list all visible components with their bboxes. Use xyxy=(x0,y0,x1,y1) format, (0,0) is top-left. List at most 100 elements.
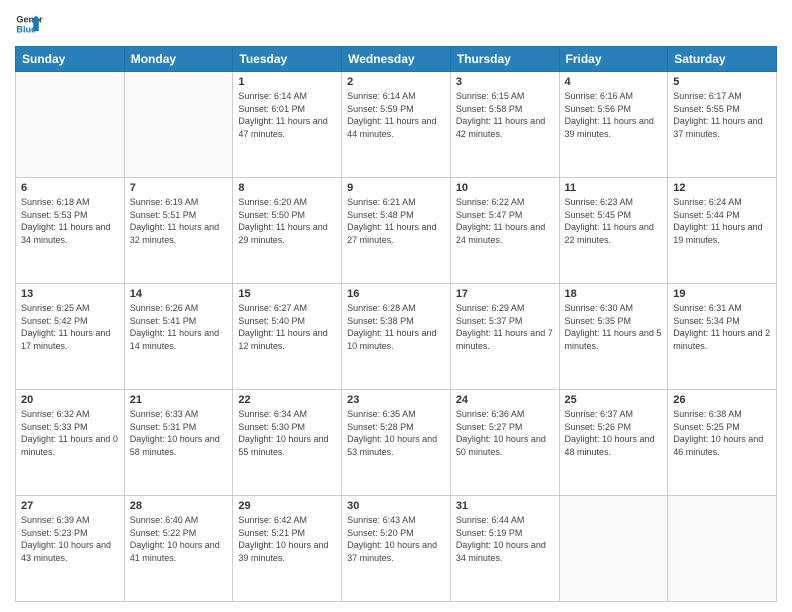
weekday-header-friday: Friday xyxy=(559,47,668,72)
day-number: 23 xyxy=(347,394,445,406)
weekday-header-wednesday: Wednesday xyxy=(342,47,451,72)
cell-details: Sunrise: 6:44 AMSunset: 5:19 PMDaylight:… xyxy=(456,514,554,564)
calendar-cell: 22 Sunrise: 6:34 AMSunset: 5:30 PMDayligh… xyxy=(233,390,342,496)
weekday-header-sunday: Sunday xyxy=(16,47,125,72)
calendar-week-2: 6Sunrise: 6:18 AMSunset: 5:53 PMDaylight… xyxy=(16,178,777,284)
calendar-cell: 6Sunrise: 6:18 AMSunset: 5:53 PMDaylight… xyxy=(16,178,125,284)
cell-details: Sunrise: 6:23 AMSunset: 5:45 PMDaylight:… xyxy=(565,196,663,246)
calendar-week-3: 13 Sunrise: 6:25 AMSunset: 5:42 PMDayligh… xyxy=(16,284,777,390)
day-number: 19 xyxy=(673,288,771,300)
header: General Blue xyxy=(15,10,777,38)
day-number: 4 xyxy=(565,76,663,88)
cell-details: Sunrise: 6:37 AMSunset: 5:26 PMDaylight:… xyxy=(565,408,663,458)
cell-details: Sunrise: 6:14 AMSunset: 6:01 PMDaylight:… xyxy=(238,90,336,140)
day-number: 24 xyxy=(456,394,554,406)
weekday-header-tuesday: Tuesday xyxy=(233,47,342,72)
cell-details: Sunrise: 6:20 AMSunset: 5:50 PMDaylight:… xyxy=(238,196,336,246)
logo: General Blue xyxy=(15,10,43,38)
day-number: 2 xyxy=(347,76,445,88)
cell-details: Sunrise: 6:14 AMSunset: 5:59 PMDaylight:… xyxy=(347,90,445,140)
weekday-header-thursday: Thursday xyxy=(450,47,559,72)
calendar-cell: 8 Sunrise: 6:20 AMSunset: 5:50 PMDaylight… xyxy=(233,178,342,284)
cell-details: Sunrise: 6:42 AMSunset: 5:21 PMDaylight:… xyxy=(238,514,336,564)
weekday-header-monday: Monday xyxy=(124,47,233,72)
cell-details: Sunrise: 6:16 AMSunset: 5:56 PMDaylight:… xyxy=(565,90,663,140)
calendar-table: SundayMondayTuesdayWednesdayThursdayFrid… xyxy=(15,46,777,602)
calendar-cell: 17 Sunrise: 6:29 AMSunset: 5:37 PMDayligh… xyxy=(450,284,559,390)
day-number: 25 xyxy=(565,394,663,406)
day-number: 22 xyxy=(238,394,336,406)
calendar-cell: 18 Sunrise: 6:30 AMSunset: 5:35 PMDayligh… xyxy=(559,284,668,390)
calendar-cell: 5 Sunrise: 6:17 AMSunset: 5:55 PMDaylight… xyxy=(668,72,777,178)
calendar-cell: 12 Sunrise: 6:24 AMSunset: 5:44 PMDayligh… xyxy=(668,178,777,284)
day-number: 16 xyxy=(347,288,445,300)
day-number: 10 xyxy=(456,182,554,194)
day-number: 14 xyxy=(130,288,228,300)
day-number: 17 xyxy=(456,288,554,300)
calendar-cell xyxy=(668,496,777,602)
calendar-cell: 15 Sunrise: 6:27 AMSunset: 5:40 PMDayligh… xyxy=(233,284,342,390)
calendar-cell xyxy=(124,72,233,178)
day-number: 20 xyxy=(21,394,119,406)
calendar-cell: 13 Sunrise: 6:25 AMSunset: 5:42 PMDayligh… xyxy=(16,284,125,390)
day-number: 7 xyxy=(130,182,228,194)
calendar-cell: 20 Sunrise: 6:32 AMSunset: 5:33 PMDayligh… xyxy=(16,390,125,496)
cell-details: Sunrise: 6:26 AMSunset: 5:41 PMDaylight:… xyxy=(130,302,228,352)
header-row: SundayMondayTuesdayWednesdayThursdayFrid… xyxy=(16,47,777,72)
cell-details: Sunrise: 6:43 AMSunset: 5:20 PMDaylight:… xyxy=(347,514,445,564)
calendar-cell: 2 Sunrise: 6:14 AMSunset: 5:59 PMDaylight… xyxy=(342,72,451,178)
cell-details: Sunrise: 6:38 AMSunset: 5:25 PMDaylight:… xyxy=(673,408,771,458)
cell-details: Sunrise: 6:36 AMSunset: 5:27 PMDaylight:… xyxy=(456,408,554,458)
cell-details: Sunrise: 6:32 AMSunset: 5:33 PMDaylight:… xyxy=(21,408,119,458)
svg-text:Blue: Blue xyxy=(16,24,36,34)
cell-details: Sunrise: 6:35 AMSunset: 5:28 PMDaylight:… xyxy=(347,408,445,458)
day-number: 21 xyxy=(130,394,228,406)
calendar-cell: 27Sunrise: 6:39 AMSunset: 5:23 PMDayligh… xyxy=(16,496,125,602)
calendar-cell xyxy=(16,72,125,178)
cell-details: Sunrise: 6:30 AMSunset: 5:35 PMDaylight:… xyxy=(565,302,663,352)
day-number: 26 xyxy=(673,394,771,406)
calendar-cell: 7 Sunrise: 6:19 AMSunset: 5:51 PMDaylight… xyxy=(124,178,233,284)
weekday-header-saturday: Saturday xyxy=(668,47,777,72)
cell-details: Sunrise: 6:27 AMSunset: 5:40 PMDaylight:… xyxy=(238,302,336,352)
cell-details: Sunrise: 6:40 AMSunset: 5:22 PMDaylight:… xyxy=(130,514,228,564)
calendar-cell: 24 Sunrise: 6:36 AMSunset: 5:27 PMDayligh… xyxy=(450,390,559,496)
cell-details: Sunrise: 6:17 AMSunset: 5:55 PMDaylight:… xyxy=(673,90,771,140)
cell-details: Sunrise: 6:29 AMSunset: 5:37 PMDaylight:… xyxy=(456,302,554,352)
calendar-cell: 10 Sunrise: 6:22 AMSunset: 5:47 PMDayligh… xyxy=(450,178,559,284)
day-number: 15 xyxy=(238,288,336,300)
calendar-cell: 30 Sunrise: 6:43 AMSunset: 5:20 PMDayligh… xyxy=(342,496,451,602)
calendar-week-4: 20 Sunrise: 6:32 AMSunset: 5:33 PMDayligh… xyxy=(16,390,777,496)
day-number: 9 xyxy=(347,182,445,194)
cell-details: Sunrise: 6:19 AMSunset: 5:51 PMDaylight:… xyxy=(130,196,228,246)
day-number: 12 xyxy=(673,182,771,194)
logo-icon: General Blue xyxy=(15,10,43,38)
day-number: 18 xyxy=(565,288,663,300)
cell-details: Sunrise: 6:24 AMSunset: 5:44 PMDaylight:… xyxy=(673,196,771,246)
cell-details: Sunrise: 6:21 AMSunset: 5:48 PMDaylight:… xyxy=(347,196,445,246)
day-number: 13 xyxy=(21,288,119,300)
cell-details: Sunrise: 6:34 AMSunset: 5:30 PMDaylight:… xyxy=(238,408,336,458)
calendar-cell: 21 Sunrise: 6:33 AMSunset: 5:31 PMDayligh… xyxy=(124,390,233,496)
day-number: 28 xyxy=(130,500,228,512)
cell-details: Sunrise: 6:22 AMSunset: 5:47 PMDaylight:… xyxy=(456,196,554,246)
calendar-cell: 1 Sunrise: 6:14 AMSunset: 6:01 PMDaylight… xyxy=(233,72,342,178)
calendar-cell: 28 Sunrise: 6:40 AMSunset: 5:22 PMDayligh… xyxy=(124,496,233,602)
day-number: 11 xyxy=(565,182,663,194)
day-number: 30 xyxy=(347,500,445,512)
day-number: 5 xyxy=(673,76,771,88)
day-number: 27 xyxy=(21,500,119,512)
calendar-cell: 3Sunrise: 6:15 AMSunset: 5:58 PMDaylight… xyxy=(450,72,559,178)
cell-details: Sunrise: 6:33 AMSunset: 5:31 PMDaylight:… xyxy=(130,408,228,458)
calendar-week-1: 1 Sunrise: 6:14 AMSunset: 6:01 PMDaylight… xyxy=(16,72,777,178)
day-number: 1 xyxy=(238,76,336,88)
cell-details: Sunrise: 6:25 AMSunset: 5:42 PMDaylight:… xyxy=(21,302,119,352)
cell-details: Sunrise: 6:15 AMSunset: 5:58 PMDaylight:… xyxy=(456,90,554,140)
cell-details: Sunrise: 6:28 AMSunset: 5:38 PMDaylight:… xyxy=(347,302,445,352)
calendar-cell: 23 Sunrise: 6:35 AMSunset: 5:28 PMDayligh… xyxy=(342,390,451,496)
calendar-cell: 31Sunrise: 6:44 AMSunset: 5:19 PMDayligh… xyxy=(450,496,559,602)
day-number: 8 xyxy=(238,182,336,194)
cell-details: Sunrise: 6:31 AMSunset: 5:34 PMDaylight:… xyxy=(673,302,771,352)
calendar-cell: 19 Sunrise: 6:31 AMSunset: 5:34 PMDayligh… xyxy=(668,284,777,390)
day-number: 6 xyxy=(21,182,119,194)
